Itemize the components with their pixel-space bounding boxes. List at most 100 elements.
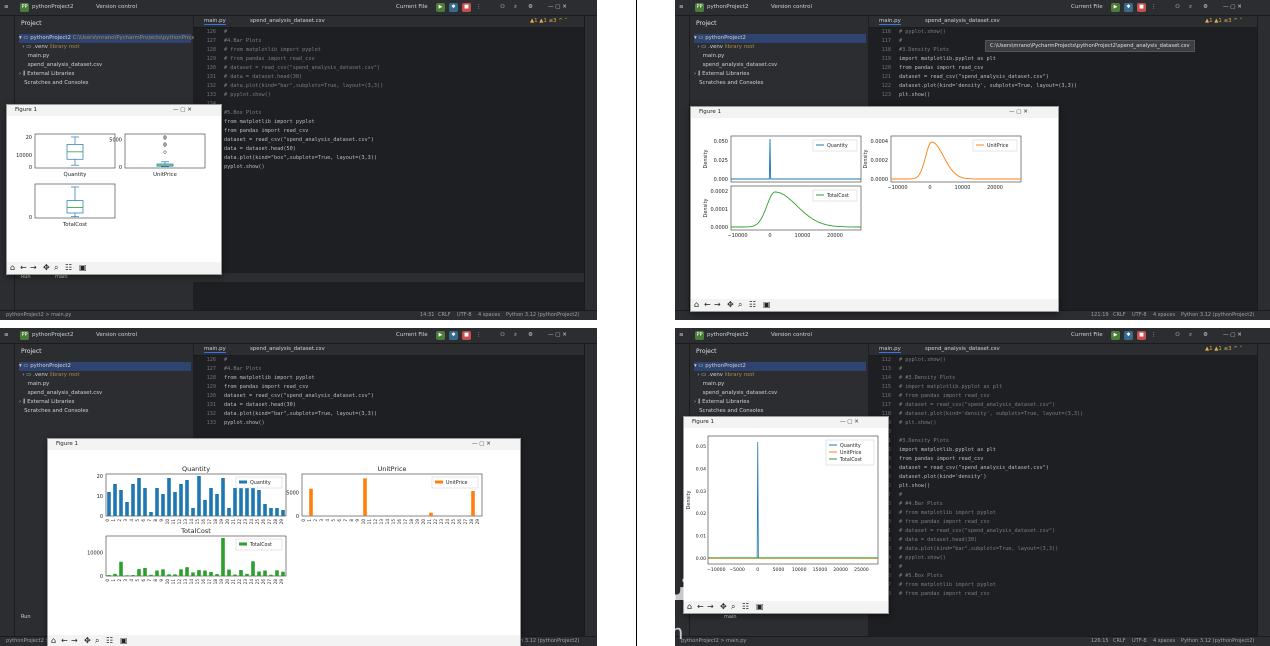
status-crlf[interactable]: CRLF — [1113, 312, 1126, 318]
tree-scratches[interactable]: Scratches and Consoles — [694, 79, 866, 88]
code-line[interactable]: 112 # pyplot.show() — [869, 356, 1257, 365]
code-line[interactable]: 130 # dataset = read_csv("spend_analysis_… — [194, 64, 584, 73]
inspection-widget[interactable]: ▲1 ▲1 ≤3 ^ ˅ — [530, 18, 567, 24]
debug-button[interactable]: ✱ — [1124, 3, 1133, 12]
run-button[interactable]: ▶ — [436, 331, 445, 340]
vcs-menu[interactable]: Version control — [771, 332, 812, 338]
more-icon[interactable]: ⋮ — [1151, 332, 1157, 338]
code-line[interactable]: 132 data.plot(kind="bar",subplots=True, l… — [194, 410, 584, 419]
project-panel-title[interactable]: Project — [21, 348, 42, 355]
configure-icon[interactable]: ☷ — [65, 263, 72, 272]
user-icon[interactable]: ⚇ — [1175, 4, 1180, 10]
tree-main[interactable]: main.py — [19, 380, 191, 389]
code-line[interactable]: 131 data = dataset.head(30) — [194, 401, 584, 410]
code-line[interactable]: 123from pandas import read_csv — [869, 455, 1257, 464]
tab-csv[interactable]: spend_analysis_dataset.csv — [925, 346, 1000, 352]
figure-window[interactable]: Figure 1 — ▢ ✕ Quantity 0 10 20 0 1 2 3 4 5 6 7 8 9 10… — [47, 438, 521, 646]
hamburger-icon[interactable]: ≡ — [679, 4, 684, 10]
debug-button[interactable]: ✱ — [449, 3, 458, 12]
save-icon[interactable]: ▣ — [120, 636, 128, 645]
status-encoding[interactable]: UTF-8 — [457, 312, 472, 318]
status-position[interactable]: 126:15 — [1091, 638, 1109, 644]
code-line[interactable]: 136# #5.Box Plots — [869, 572, 1257, 581]
code-line[interactable]: 134 — [194, 100, 584, 109]
user-icon[interactable]: ⚇ — [500, 332, 505, 338]
more-icon[interactable]: ⋮ — [476, 4, 482, 10]
project-name[interactable]: pythonProject2 — [707, 4, 749, 10]
code-line[interactable]: 122import matplotlib.pyplot as plt — [869, 446, 1257, 455]
run-config[interactable]: Current File — [1071, 332, 1103, 338]
tree-main[interactable]: main.py — [694, 380, 866, 389]
code-line[interactable]: 137from pandas import read_csv — [194, 127, 584, 136]
run-config[interactable]: Current File — [1071, 4, 1103, 10]
run-config[interactable]: Current File — [396, 4, 428, 10]
code-line[interactable]: 121#3.Density Plots — [869, 437, 1257, 446]
figure-window[interactable]: Figure 1 — ▢ ✕ 0 20 Quantity 0 5000 UnitPrice… — [6, 104, 222, 275]
code-line[interactable]: 132# data = dataset.head(30) — [869, 536, 1257, 545]
window-controls[interactable]: — ▢ ✕ — [548, 4, 567, 10]
code-line[interactable]: 126 # — [194, 28, 584, 37]
figure-window-controls[interactable]: — ▢ ✕ — [173, 107, 192, 113]
forward-icon[interactable]: → — [71, 636, 78, 645]
code-line[interactable]: 127 #4.Bar Plots — [194, 365, 584, 374]
code-line[interactable]: 133 # pyplot.show() — [194, 91, 584, 100]
code-line[interactable]: 133# data.plot(kind="bar",subplots=True,… — [869, 545, 1257, 554]
pan-icon[interactable]: ✥ — [84, 636, 91, 645]
project-panel-title[interactable]: Project — [21, 20, 42, 27]
save-icon[interactable]: ▣ — [756, 602, 764, 611]
stop-button[interactable]: ■ — [462, 3, 471, 12]
project-panel-title[interactable]: Project — [696, 20, 717, 27]
configure-icon[interactable]: ☷ — [742, 602, 749, 611]
code-line[interactable]: 127# — [869, 491, 1257, 500]
debug-button[interactable]: ✱ — [449, 331, 458, 340]
status-breadcrumb[interactable]: pythonProject2 > main.py — [681, 638, 746, 644]
stop-button[interactable]: ■ — [1137, 3, 1146, 12]
code-line[interactable]: 119 import matplotlib.pyplot as plt — [869, 55, 1257, 64]
tree-venv[interactable]: › ▭ .venv library root — [694, 371, 866, 380]
tree-ext[interactable]: › ⫼ External Libraries — [694, 70, 866, 79]
code-line[interactable]: 120 — [869, 428, 1257, 437]
run-button[interactable]: ▶ — [436, 3, 445, 12]
code-line[interactable]: 139data = dataset.head(50) — [194, 145, 584, 154]
tree-venv[interactable]: › ▭ .venv library root — [19, 371, 191, 380]
tab-main[interactable]: main.py — [204, 18, 226, 25]
home-icon[interactable]: ⌂ — [694, 300, 699, 309]
code-line[interactable]: 126plt.show() — [869, 482, 1257, 491]
status-indent[interactable]: 4 spaces — [478, 312, 500, 318]
code-line[interactable]: 134# pyplot.show() — [869, 554, 1257, 563]
inspection-widget[interactable]: ▲1 ▲1 ≤3 ^ ˅ — [1205, 346, 1242, 352]
figure-titlebar[interactable]: Figure 1 — ▢ ✕ — [691, 107, 1058, 118]
status-encoding[interactable]: UTF-8 — [1132, 312, 1147, 318]
code-line[interactable]: 124dataset = read_csv("spend_analysis_da… — [869, 464, 1257, 473]
tree-main[interactable]: main.py — [694, 52, 866, 61]
status-crlf[interactable]: CRLF — [438, 312, 451, 318]
tree-csv[interactable]: spend_analysis_dataset.csv — [19, 389, 191, 398]
code-line[interactable]: 129 from pandas import read_csv — [194, 383, 584, 392]
code-line[interactable]: 130 dataset = read_csv("spend_analysis_da… — [194, 392, 584, 401]
pan-icon[interactable]: ✥ — [720, 602, 727, 611]
hamburger-icon[interactable]: ≡ — [4, 4, 9, 10]
home-icon[interactable]: ⌂ — [10, 263, 15, 272]
code-line[interactable]: 126 # — [194, 356, 584, 365]
settings-icon[interactable]: ⚙ — [528, 4, 533, 10]
run-button[interactable]: ▶ — [1111, 331, 1120, 340]
tab-csv[interactable]: spend_analysis_dataset.csv — [250, 18, 325, 24]
code-line[interactable]: 136from matplotlib import pyplot — [194, 118, 584, 127]
more-icon[interactable]: ⋮ — [1151, 4, 1157, 10]
window-controls[interactable]: — ▢ ✕ — [1223, 332, 1242, 338]
code-line[interactable]: 127 #4.Bar Plots — [194, 37, 584, 46]
code-line[interactable]: 128 # from matplotlib import pyplot — [194, 46, 584, 55]
figure-titlebar[interactable]: Figure 1 — ▢ ✕ — [684, 417, 888, 428]
status-interpreter[interactable]: Python 3.12 (pythonProject2) — [506, 312, 579, 318]
code-editor[interactable]: main.py spend_analysis_dataset.csv ▲1 ▲1… — [194, 16, 584, 311]
debug-button[interactable]: ✱ — [1124, 331, 1133, 340]
project-name[interactable]: pythonProject2 — [707, 332, 749, 338]
code-line[interactable]: 135# — [869, 563, 1257, 572]
home-icon[interactable]: ⌂ — [51, 636, 56, 645]
code-line[interactable]: 128 from matplotlib import pyplot — [194, 374, 584, 383]
vcs-menu[interactable]: Version control — [96, 4, 137, 10]
back-icon[interactable]: ← — [704, 300, 711, 309]
status-breadcrumb[interactable]: pythonProject2 > main.py — [6, 312, 71, 318]
stop-button[interactable]: ■ — [462, 331, 471, 340]
code-line[interactable]: 115 # import matplotlib.pyplot as plt — [869, 383, 1257, 392]
